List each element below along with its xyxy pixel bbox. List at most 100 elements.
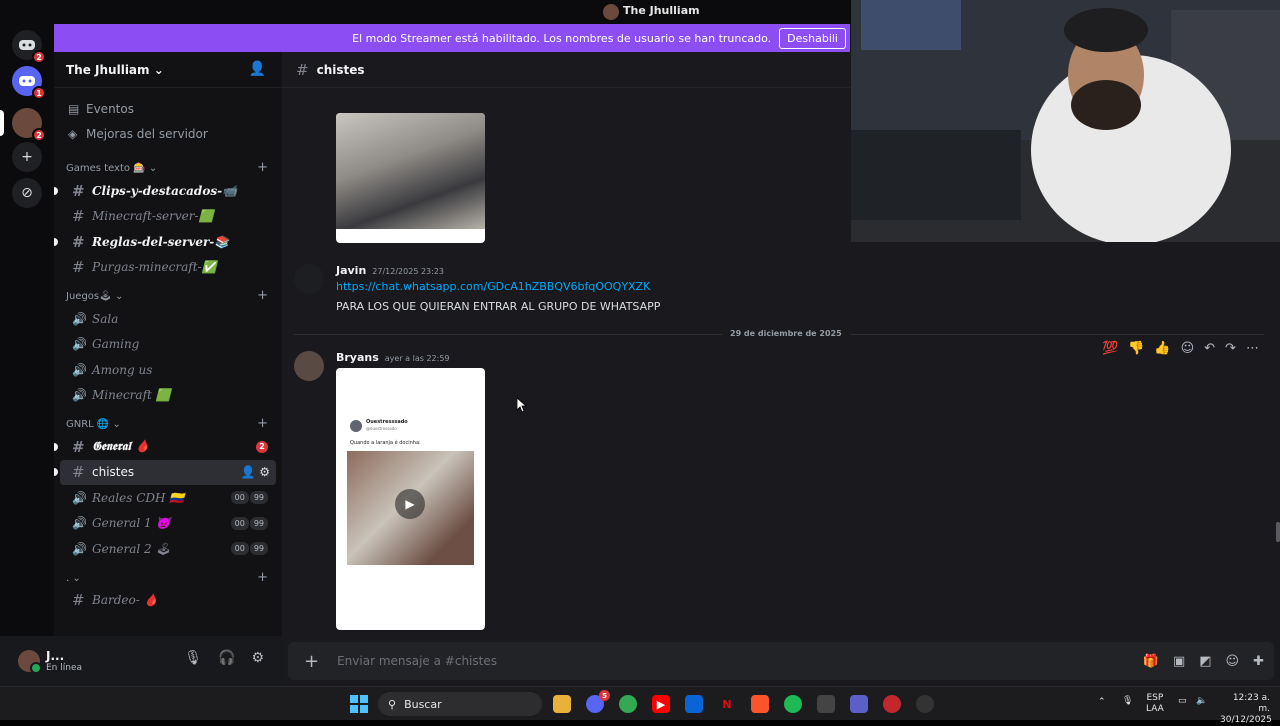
file-explorer-icon[interactable] (553, 695, 571, 713)
category-gnrl[interactable]: GNRL 🌐 ⌄ + (54, 408, 282, 434)
discord-taskbar-icon[interactable]: 5 (586, 690, 610, 713)
headphones-icon[interactable]: 🎧 (218, 650, 235, 666)
chevron-up-icon[interactable]: ⌃ (1098, 697, 1106, 708)
unread-indicator (54, 186, 58, 195)
microphone-icon[interactable]: 🎙 (184, 650, 202, 666)
avatar[interactable] (18, 650, 42, 674)
brave-icon[interactable] (751, 695, 769, 713)
voice-channel-general-2[interactable]: 🔊 General 2 🕹 00 99 (60, 536, 276, 562)
category-dot[interactable]: . ⌄ + (54, 562, 282, 588)
teams-icon[interactable] (850, 695, 868, 713)
explore-icon[interactable]: ⊘ (12, 178, 42, 208)
windows-taskbar: ⚲ Buscar 5 ▶ N ⌃ 🎙 ESP LAA ▭ 🔈 12:23 a. m… (0, 686, 1280, 725)
window-title: The Jhulliam (623, 4, 700, 17)
embed-account-name: Ouestresssado (366, 419, 408, 425)
channel-bardeo[interactable]: # Bardeo- 🩸 (60, 588, 276, 614)
gift-icon[interactable]: 🎁 (1143, 654, 1159, 669)
sticker-icon[interactable]: ◩ (1199, 654, 1211, 669)
settings-gear-icon[interactable]: ⚙ (259, 465, 270, 479)
category-games-texto[interactable]: Games texto 🎰 ⌄ + (54, 152, 282, 178)
voice-channel-among-us[interactable]: 🔊 Among us (60, 357, 276, 383)
add-attachment-icon[interactable]: + (304, 651, 319, 672)
emoji-icon[interactable]: ☺ (1226, 654, 1240, 669)
channel-reglas-del-server[interactable]: # Reglas-del-server-📚 (54, 229, 276, 255)
clock[interactable]: 12:23 a. m. 30/12/2025 (1220, 693, 1272, 726)
user-count-pill: 00 (230, 491, 249, 505)
chrome-icon[interactable] (619, 695, 637, 713)
reaction-100-icon[interactable]: 💯 (1102, 341, 1118, 356)
sidebar-item-eventos[interactable]: ▤ Eventos (54, 96, 282, 121)
network-icon[interactable]: ▭ (1178, 696, 1187, 707)
category-juegos[interactable]: Juegos🕹 ⌄ + (54, 280, 282, 306)
message-link[interactable]: https://chat.whatsapp.com/GDcA1hZBBQV6bf… (336, 280, 650, 293)
message-timestamp: 27/12/2025 23:23 (372, 267, 445, 276)
server-badge: 2 (32, 50, 46, 64)
channel-clips-y-destacados[interactable]: # Clips-y-destacados-📹 (54, 178, 276, 204)
spotify-icon[interactable] (784, 695, 802, 713)
selected-indicator (54, 468, 58, 477)
speaker-icon: 🔊 (72, 516, 87, 531)
more-options-icon[interactable]: ⋯ (1246, 341, 1259, 356)
outlook-icon[interactable] (685, 695, 703, 713)
message-composer[interactable]: + Enviar mensaje a #chistes 🎁 ▣ ◩ ☺ ✚ (288, 642, 1274, 680)
video-embed[interactable]: Ouestresssado @ouestressado Quando a lar… (336, 368, 485, 630)
create-channel-icon[interactable]: + (257, 570, 268, 585)
thumbs-up-icon[interactable]: 👍 (1154, 341, 1170, 356)
search-icon: ⚲ (388, 697, 397, 711)
hash-icon: # (72, 232, 85, 251)
taskbar-badge: 5 (599, 690, 610, 701)
forward-icon[interactable]: ↷ (1225, 341, 1236, 356)
language-indicator[interactable]: ESP LAA (1146, 693, 1164, 715)
create-invite-icon[interactable]: 👤 (240, 465, 255, 479)
app-icon[interactable] (883, 695, 901, 713)
speedometer-icon[interactable] (817, 695, 835, 713)
add-reaction-icon[interactable]: ☺ (1181, 341, 1195, 356)
channel-general[interactable]: # 𝕲𝖊𝖓𝖊𝖗𝖆𝖑 🩸 2 (54, 434, 276, 460)
hash-icon: # (72, 437, 85, 456)
create-channel-icon[interactable]: + (257, 288, 268, 303)
thumbs-down-icon[interactable]: 👎 (1128, 341, 1144, 356)
the-jhulliam-server-icon[interactable]: 2 (12, 108, 46, 142)
user-panel: J... En línea 🎙 🎧 ⚙ (0, 636, 282, 686)
mention-badge: 2 (256, 440, 268, 453)
video-embed[interactable] (336, 113, 485, 243)
obs-icon[interactable] (916, 695, 934, 713)
add-server-icon[interactable]: + (12, 142, 42, 172)
channel-chistes[interactable]: # chistes 👤 ⚙ (54, 459, 276, 485)
voice-channel-reales-cdh[interactable]: 🔊 Reales CDH 🇨🇴 00 99 (60, 485, 276, 511)
start-icon[interactable] (350, 695, 368, 713)
youtube-icon[interactable]: ▶ (652, 695, 670, 713)
channel-purgas-minecraft[interactable]: # Purgas-minecraft-✅ (60, 255, 276, 281)
user-settings-icon[interactable]: ⚙ (251, 650, 264, 666)
scrollbar-thumb[interactable] (1276, 522, 1280, 542)
guild-header[interactable]: The Jhulliam ⌄ 👤 (54, 52, 282, 88)
voice-channel-gaming[interactable]: 🔊 Gaming (60, 332, 276, 358)
netflix-icon[interactable]: N (718, 695, 736, 713)
avatar[interactable] (294, 264, 324, 294)
message-author[interactable]: Bryans ayer a las 22:59 (336, 351, 450, 364)
hash-icon: # (72, 258, 85, 277)
discord-server-icon[interactable]: 1 (12, 66, 46, 100)
channel-minecraft-server[interactable]: # Minecraft-server-🟩 (60, 204, 276, 230)
voice-channel-minecraft[interactable]: 🔊 Minecraft 🟩 (60, 383, 276, 409)
create-channel-icon[interactable]: + (257, 416, 268, 431)
gif-icon[interactable]: ▣ (1173, 654, 1185, 669)
taskbar-search[interactable]: ⚲ Buscar (378, 692, 542, 716)
invite-people-icon[interactable]: 👤 (249, 61, 266, 77)
sidebar-item-mejoras[interactable]: ◈ Mejoras del servidor (54, 121, 282, 146)
disable-streamer-button[interactable]: Deshabili (779, 27, 846, 49)
direct-messages-icon[interactable]: 2 (12, 30, 46, 64)
avatar[interactable] (294, 351, 324, 381)
volume-icon[interactable]: 🔈 (1196, 696, 1207, 707)
create-channel-icon[interactable]: + (257, 160, 268, 175)
message-author[interactable]: Javin 27/12/2025 23:23 (336, 264, 444, 277)
apps-icon[interactable]: ✚ (1253, 654, 1264, 669)
voice-channel-general-1[interactable]: 🔊 General 1 👿 00 99 (60, 511, 276, 537)
message-input[interactable]: Enviar mensaje a #chistes (337, 654, 497, 668)
reply-icon[interactable]: ↶ (1204, 341, 1215, 356)
date-divider-label: 29 de diciembre de 2025 (722, 329, 850, 338)
hash-icon: # (72, 463, 85, 482)
microphone-tray-icon[interactable]: 🎙 (1122, 696, 1133, 707)
voice-channel-sala[interactable]: 🔊 Sala (60, 306, 276, 332)
play-icon[interactable]: ▶ (395, 489, 425, 519)
